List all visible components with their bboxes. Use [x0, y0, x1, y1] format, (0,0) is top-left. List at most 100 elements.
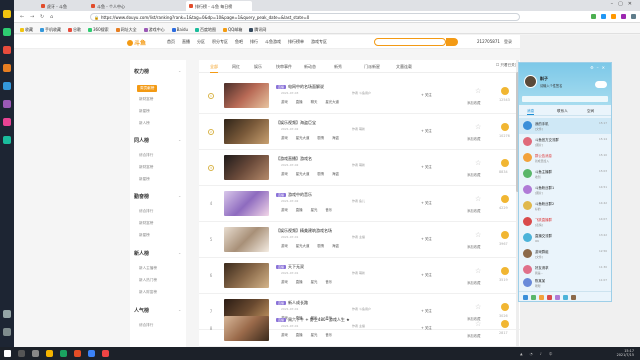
row-tag[interactable]: 星光大道 — [296, 243, 310, 248]
sidebar-item[interactable]: 综合排行 — [139, 209, 153, 214]
ranking-tab[interactable]: 娱乐 — [254, 64, 262, 70]
bookmark-item[interactable]: 腾讯网 — [249, 26, 266, 33]
sidebar-group-title[interactable]: 权力榜 — [134, 68, 149, 75]
bookmark-item[interactable]: Baidu — [171, 26, 188, 33]
add-favorite-button[interactable]: 添加收藏 — [467, 100, 481, 105]
qq-message-item[interactable]: 斗鱼主播群 收到 15:03 — [519, 166, 611, 182]
row-author[interactable]: 作者 萌新 — [352, 127, 365, 131]
music-icon[interactable] — [555, 295, 560, 300]
browser-tab[interactable]: 斗鱼 - 个人中心 — [88, 1, 142, 11]
qq-message-item[interactable]: 我的手机 [文件] 15:17 — [519, 118, 611, 134]
site-logo[interactable]: 斗鱼 — [127, 38, 146, 47]
dock-app-icon[interactable] — [3, 118, 11, 126]
row-tag[interactable]: 聊天 — [311, 99, 318, 104]
row-title[interactable]: 【娱乐视频】海盗巨宝 — [276, 120, 316, 126]
row-title[interactable]: 直播 天下无双 — [276, 264, 304, 270]
ranking-tab[interactable]: 文墨连载 — [396, 64, 412, 70]
row-tag[interactable]: 星光大道 — [296, 171, 310, 176]
stream-thumbnail[interactable] — [224, 263, 269, 288]
row-author[interactable]: 作者 斗鱼用户 — [352, 91, 371, 95]
file-explorer-icon[interactable] — [46, 350, 53, 357]
row-tag[interactable]: 星光 — [311, 279, 318, 284]
star-icon[interactable]: ☆ — [475, 195, 481, 203]
sidebar-item[interactable]: 周贡献榜 — [137, 85, 158, 92]
follow-button[interactable]: + 关注 — [421, 164, 432, 169]
ranking-row[interactable]: 2 【娱乐视频】海盗巨宝 2021-07-02 作者 萌新 游戏 星光大道 剧情… — [199, 114, 520, 150]
ranking-tab[interactable]: 全部 — [210, 64, 218, 73]
row-title[interactable]: 直播 周六下午 + 野生480~游戏人生 ★ — [276, 317, 350, 323]
row-tag[interactable]: 海盗 — [332, 243, 339, 248]
row-tag[interactable]: 海盗 — [332, 171, 339, 176]
chevron-down-icon[interactable]: ⌄ — [178, 250, 181, 255]
row-author[interactable]: 作者 主播 — [352, 235, 365, 239]
sidebar-item[interactable]: 综合排行 — [139, 323, 153, 328]
extension-icon[interactable] — [611, 14, 616, 19]
ranking-tab[interactable]: 新动态 — [304, 64, 316, 70]
ranking-tab[interactable]: 快审事件 — [276, 64, 292, 70]
ranking-row[interactable]: 3 【游戏直播】游戏名 2021-07-02 作者 萌新 游戏 星光大道 剧情 … — [199, 150, 520, 186]
reload-icon[interactable]: ↻ — [40, 14, 44, 20]
sidebar-group-title[interactable]: 新人榜 — [134, 250, 149, 257]
chevron-down-icon[interactable]: ⌄ — [178, 307, 181, 312]
row-tag[interactable]: 剧情 — [317, 171, 324, 176]
dock-app-icon[interactable] — [3, 82, 11, 90]
nav-item[interactable]: 首页 — [167, 39, 175, 45]
nav-item[interactable]: 直播 — [182, 39, 190, 45]
follow-button[interactable]: + 关注 — [421, 236, 432, 241]
row-author[interactable]: 作者 萌新 — [352, 271, 365, 275]
qq-message-item[interactable]: 飞跃直播群 [表情] 14:07 — [519, 214, 611, 230]
add-favorite-button[interactable]: 添加收藏 — [467, 172, 481, 177]
ranking-row[interactable]: 6 直播 天下无双 2021-07-01 作者 萌新 游戏 直播 星光 音乐 + … — [199, 258, 520, 294]
ranking-tab[interactable]: 新秀 — [334, 64, 342, 70]
qq-signature[interactable]: 请输入个性签名 — [540, 83, 562, 88]
system-tray[interactable]: ▲ ◔ ♪ 中 — [520, 351, 555, 356]
row-tag[interactable]: 游戏 — [281, 279, 288, 284]
row-tag[interactable]: 星光大道 — [296, 135, 310, 140]
extension-icon[interactable] — [601, 14, 606, 19]
star-icon[interactable]: ☆ — [475, 303, 481, 311]
chevron-down-icon[interactable]: ⌄ — [178, 68, 181, 73]
star-icon[interactable]: ☆ — [475, 159, 481, 167]
row-tag[interactable]: 星光 — [311, 207, 318, 212]
extension-icon[interactable] — [591, 14, 596, 19]
qq-message-item[interactable]: 陈某某 嗯嗯 11:07 — [519, 275, 611, 291]
qq-tab[interactable]: 联系人 — [557, 109, 568, 114]
row-tag[interactable]: 直播 — [296, 99, 303, 104]
browser-tab[interactable]: 虎牙 - 斗鱼 — [38, 1, 86, 11]
sidebar-item[interactable]: 新财富榜 — [139, 221, 153, 226]
chevron-down-icon[interactable]: ⌄ — [178, 137, 181, 142]
window-controls[interactable]: –▢✕ — [611, 1, 637, 7]
search-button[interactable] — [446, 38, 458, 46]
row-title[interactable]: 直播 电网中的名场面解说 — [276, 84, 324, 90]
bookmark-item[interactable]: 百度地图 — [195, 26, 216, 33]
stream-thumbnail[interactable] — [224, 227, 269, 252]
bookmark-item[interactable]: 手机收藏 — [40, 26, 61, 33]
add-favorite-button[interactable]: 添加收藏 — [467, 136, 481, 141]
search-icon[interactable] — [18, 350, 25, 357]
star-icon[interactable]: ☆ — [475, 267, 481, 275]
row-tag[interactable]: 游戏 — [281, 332, 288, 337]
follow-button[interactable]: + 关注 — [421, 128, 432, 133]
row-tag[interactable]: 游戏 — [281, 243, 288, 248]
star-icon[interactable]: ☆ — [475, 231, 481, 239]
browser-tab-active[interactable]: 排行榜 - 斗鱼 每日榜 — [186, 1, 252, 11]
row-tag[interactable]: 音乐 — [325, 332, 332, 337]
sidebar-item[interactable]: 新人热门榜 — [139, 278, 157, 283]
app-icon[interactable] — [102, 350, 109, 357]
menu-icon[interactable] — [523, 295, 528, 300]
url-field[interactable]: 🔒 https://www.douyu.com/list/ranking?rank… — [90, 13, 520, 21]
ranking-tab[interactable]: 门派新星 — [364, 64, 380, 70]
qq-message-item[interactable]: 直播交流群 OK 13:22 — [519, 230, 611, 246]
stream-thumbnail[interactable] — [224, 155, 269, 180]
contacts-icon[interactable] — [531, 295, 536, 300]
qq-message-item[interactable]: 斗鱼粉丝群1 [图片] 14:51 — [519, 182, 611, 198]
chevron-down-icon[interactable]: ⌄ — [178, 193, 181, 198]
app-icon[interactable] — [74, 350, 81, 357]
sidebar-item[interactable]: 新星榜 — [139, 233, 150, 238]
apps-icon[interactable] — [571, 295, 576, 300]
home-icon[interactable]: ⌂ — [50, 14, 53, 20]
nav-item[interactable]: 排行 — [250, 39, 258, 45]
sidebar-item[interactable]: 新人主播榜 — [139, 266, 157, 271]
qq-message-item[interactable]: 群公告消息 新成员加入 15:10 — [519, 150, 611, 166]
star-icon[interactable]: ☆ — [475, 123, 481, 131]
